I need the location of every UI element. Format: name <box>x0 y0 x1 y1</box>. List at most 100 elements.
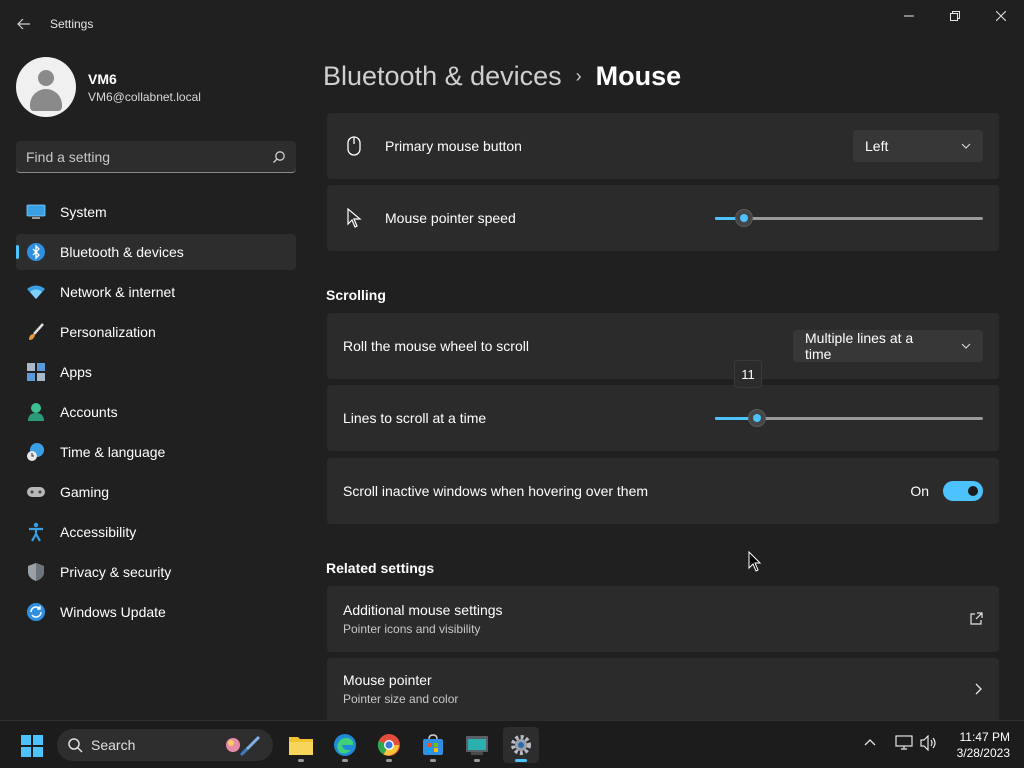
additional-mouse-settings-sub: Pointer icons and visibility <box>343 622 481 636</box>
chevron-down-icon <box>961 141 971 152</box>
page-title: Mouse <box>595 60 682 91</box>
terminal-icon <box>466 736 488 755</box>
sidebar-item-bluetooth-devices[interactable]: Bluetooth & devices <box>16 234 296 270</box>
sidebar-item-accessibility[interactable]: Accessibility <box>16 514 296 550</box>
restore-icon <box>950 11 960 21</box>
scroll-inactive-label: Scroll inactive windows when hovering ov… <box>343 483 649 499</box>
roll-wheel-dropdown[interactable]: Multiple lines at a time <box>793 330 983 362</box>
scroll-inactive-toggle[interactable] <box>943 481 983 501</box>
store-icon <box>423 734 443 755</box>
scrolling-section-title: Scrolling <box>326 287 386 303</box>
taskbar-settings[interactable] <box>503 727 539 763</box>
mouse-pointer-speed-card: Mouse pointer speed <box>327 185 999 251</box>
clock-date: 3/28/2023 <box>956 746 1010 760</box>
pointer-speed-slider-thumb[interactable] <box>735 209 753 227</box>
restore-button[interactable] <box>932 0 978 32</box>
chevron-down-icon <box>961 341 971 352</box>
sidebar-item-time-language[interactable]: Time & language <box>16 434 296 470</box>
gamepad-icon <box>26 482 46 502</box>
breadcrumb-parent[interactable]: Bluetooth & devices <box>323 61 562 92</box>
sidebar-item-windows-update[interactable]: Windows Update <box>16 594 296 630</box>
start-button[interactable] <box>20 734 44 763</box>
clock-globe-icon <box>26 442 46 462</box>
chevron-right-icon <box>975 683 982 695</box>
user-profile[interactable]: VM6 VM6@collabnet.local <box>16 57 201 117</box>
minimize-icon <box>904 15 914 17</box>
additional-mouse-settings-card[interactable]: Additional mouse settings Pointer icons … <box>327 586 999 652</box>
sidebar-item-system[interactable]: System <box>16 194 296 230</box>
primary-mouse-button-label: Primary mouse button <box>385 138 522 154</box>
breadcrumb: Bluetooth & devices › Mouse <box>323 58 681 94</box>
taskbar-edge[interactable] <box>327 727 363 763</box>
apps-icon <box>26 362 46 382</box>
sidebar-item-accounts[interactable]: Accounts <box>16 394 296 430</box>
clock-time: 11:47 PM <box>959 730 1010 744</box>
close-button[interactable] <box>978 0 1024 32</box>
update-icon <box>26 602 46 622</box>
taskbar-chrome[interactable] <box>371 727 407 763</box>
roll-wheel-card: Roll the mouse wheel to scroll Multiple … <box>327 313 999 379</box>
taskbar-terminal[interactable] <box>459 727 495 763</box>
brush-icon <box>26 322 46 342</box>
network-icon <box>895 735 913 750</box>
edge-icon <box>334 734 356 756</box>
user-name: VM6 <box>88 70 117 87</box>
settings-icon <box>511 735 531 755</box>
windows-logo-icon <box>21 735 43 757</box>
search-input[interactable] <box>26 148 272 165</box>
search-icon <box>273 150 285 163</box>
mouse-pointer-sub: Pointer size and color <box>343 692 459 706</box>
sidebar-item-network-internet[interactable]: Network & internet <box>16 274 296 310</box>
sidebar-nav: System Bluetooth & devices Network & int… <box>16 194 296 634</box>
open-external-icon <box>970 612 983 625</box>
taskbar-search[interactable]: Search <box>57 729 273 761</box>
back-button[interactable] <box>10 12 38 36</box>
minimize-button[interactable] <box>886 0 932 32</box>
mouse-cursor-icon <box>748 551 762 572</box>
file-explorer-icon <box>289 737 313 755</box>
bluetooth-icon <box>26 242 46 262</box>
taskbar: Search 11:47 PM 3/28/2023 <box>0 720 1024 768</box>
accessibility-icon <box>26 522 46 542</box>
volume-button[interactable] <box>920 734 938 754</box>
scroll-inactive-card: Scroll inactive windows when hovering ov… <box>327 458 999 524</box>
arrow-left-icon <box>17 18 30 30</box>
title-bar: Settings <box>0 0 1024 48</box>
primary-mouse-button-dropdown[interactable]: Left <box>853 130 983 162</box>
avatar <box>16 57 76 117</box>
search-highlight-icon <box>226 735 261 757</box>
sidebar-item-privacy-security[interactable]: Privacy & security <box>16 554 296 590</box>
pointer-icon <box>343 208 365 228</box>
slider-value-tooltip: 11 <box>734 360 762 388</box>
lines-to-scroll-label: Lines to scroll at a time <box>343 410 487 426</box>
chevron-right-icon: › <box>575 65 582 86</box>
shield-icon <box>26 562 46 582</box>
taskbar-file-explorer[interactable] <box>283 727 319 763</box>
taskbar-clock[interactable]: 11:47 PM 3/28/2023 <box>957 729 1010 761</box>
sidebar-item-apps[interactable]: Apps <box>16 354 296 390</box>
sidebar-item-gaming[interactable]: Gaming <box>16 474 296 510</box>
find-setting-box[interactable] <box>16 141 296 173</box>
mouse-icon <box>343 136 365 156</box>
pointer-speed-slider[interactable] <box>715 208 983 228</box>
primary-mouse-button-card: Primary mouse button Left <box>327 113 999 179</box>
mouse-pointer-card[interactable]: Mouse pointer Pointer size and color <box>327 658 999 720</box>
taskbar-store[interactable] <box>415 727 451 763</box>
search-icon <box>68 738 83 753</box>
speaker-icon <box>920 734 936 752</box>
app-title: Settings <box>50 17 94 31</box>
close-icon <box>996 11 1006 21</box>
chevron-up-icon <box>864 739 876 746</box>
toggle-state-label: On <box>910 483 929 499</box>
chrome-icon <box>377 734 400 756</box>
show-hidden-icons-button[interactable] <box>864 735 876 749</box>
sidebar-item-personalization[interactable]: Personalization <box>16 314 296 350</box>
lines-to-scroll-card: Lines to scroll at a time <box>327 385 999 451</box>
mouse-pointer-speed-label: Mouse pointer speed <box>385 210 516 226</box>
mouse-pointer-label: Mouse pointer <box>343 672 432 688</box>
system-icon <box>26 202 46 222</box>
lines-to-scroll-slider[interactable] <box>715 408 983 428</box>
related-settings-title: Related settings <box>326 560 435 576</box>
lines-to-scroll-slider-thumb[interactable] <box>748 409 766 427</box>
network-status-button[interactable] <box>895 735 913 754</box>
